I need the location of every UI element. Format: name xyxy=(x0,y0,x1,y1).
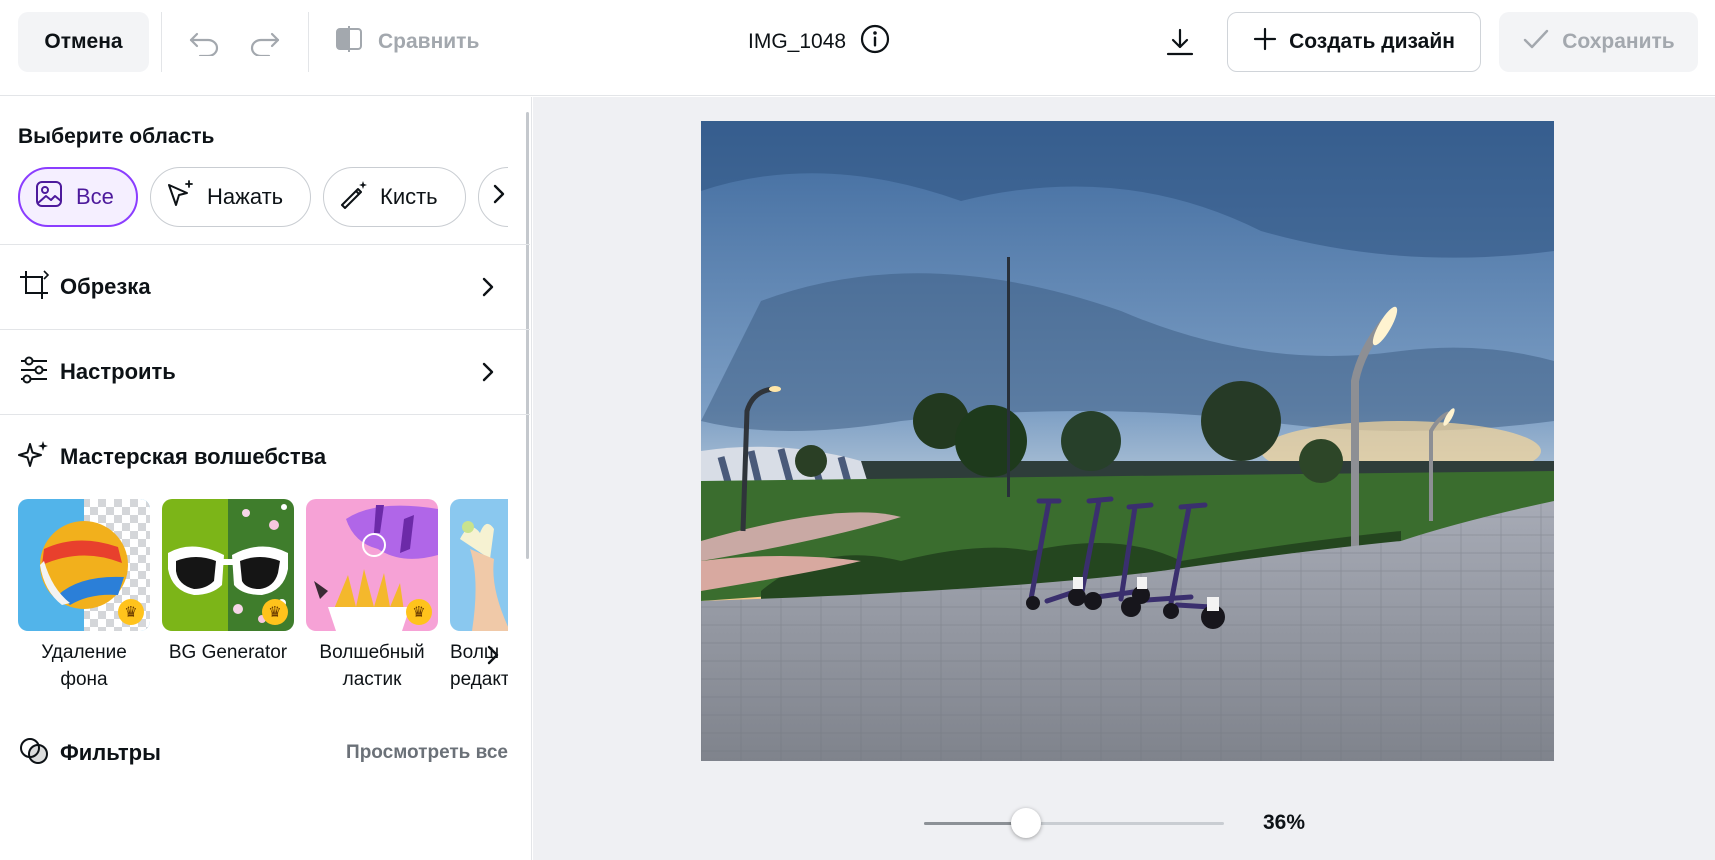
bg-remover-thumbnail: ♛ xyxy=(18,499,150,631)
filters-title: Фильтры xyxy=(60,740,161,765)
magic-brush-icon xyxy=(338,179,368,215)
chevron-right-icon xyxy=(485,643,501,672)
edit-panel: Выберите область Все Нажать Кисть Обрезк… xyxy=(0,97,532,860)
toolbar-divider xyxy=(308,12,309,72)
chip-label: Все xyxy=(76,184,114,209)
compare-icon xyxy=(334,25,364,59)
tools-next-button[interactable] xyxy=(478,637,508,677)
image-icon xyxy=(34,179,64,215)
zoom-control: 36% xyxy=(924,803,1324,843)
sparkles-icon xyxy=(18,439,50,476)
edited-photo[interactable] xyxy=(701,121,1554,761)
chips-next-button[interactable] xyxy=(478,167,508,227)
adjust-row[interactable]: Настроить xyxy=(18,350,496,394)
tool-magic-eraser[interactable]: ♛ Волшебный ластик xyxy=(306,499,438,693)
tool-label: BG Generator xyxy=(168,642,288,663)
chevron-right-icon xyxy=(491,182,507,212)
tool-bg-remover[interactable]: ♛ Удаление фона xyxy=(18,499,150,693)
canvas-area: 36% xyxy=(533,97,1715,860)
bg-generator-thumbnail: ♛ xyxy=(162,499,294,631)
filters-row: Фильтры Просмотреть все xyxy=(18,731,508,775)
save-label: Сохранить xyxy=(1562,30,1675,53)
zoom-percentage[interactable]: 36% xyxy=(1263,811,1305,835)
adjust-label: Настроить xyxy=(60,359,176,384)
magic-eraser-thumbnail: ♛ xyxy=(306,499,438,631)
crown-icon: ♛ xyxy=(262,599,288,625)
compare-label: Сравнить xyxy=(378,30,480,53)
chip-all[interactable]: Все xyxy=(18,167,138,227)
chevron-right-icon xyxy=(480,275,496,304)
filters-icon xyxy=(18,735,50,772)
click-sparkle-icon xyxy=(165,179,195,215)
chip-label: Кисть xyxy=(380,184,438,209)
file-name: IMG_1048 xyxy=(748,30,847,53)
zoom-slider-track[interactable] xyxy=(924,808,1224,838)
selection-chips: Все Нажать Кисть xyxy=(18,167,508,227)
toolbar-divider xyxy=(161,12,162,72)
save-button[interactable]: Сохранить xyxy=(1499,12,1698,72)
download-icon[interactable] xyxy=(1160,22,1200,62)
chip-label: Нажать xyxy=(207,184,284,209)
view-all-filters-link[interactable]: Просмотреть все xyxy=(346,742,508,764)
check-icon xyxy=(1522,27,1550,57)
info-icon[interactable] xyxy=(860,24,890,60)
create-design-button[interactable]: Создать дизайн xyxy=(1227,12,1481,72)
sliders-icon xyxy=(18,354,50,391)
chevron-right-icon xyxy=(480,360,496,389)
cancel-button[interactable]: Отмена xyxy=(18,12,149,72)
top-bar: Отмена Сравнить IMG_1048 Создать дизайн … xyxy=(0,0,1715,96)
divider xyxy=(0,329,530,330)
chip-brush[interactable]: Кисть xyxy=(323,167,466,227)
crop-label: Обрезка xyxy=(60,274,151,299)
magic-studio-title: Мастерская волшебства xyxy=(60,444,327,469)
magic-tools: ♛ Удаление фона ♛ BG Generator ♛ Волшебн… xyxy=(18,499,508,699)
divider xyxy=(0,414,530,415)
magic-edit-thumbnail xyxy=(450,499,508,631)
crown-icon: ♛ xyxy=(118,599,144,625)
tool-label: Удаление фона xyxy=(41,642,127,690)
compare-button[interactable]: Сравнить xyxy=(334,22,479,62)
panel-scrollbar[interactable] xyxy=(526,112,529,559)
zoom-slider-handle[interactable] xyxy=(1011,808,1041,838)
chip-click[interactable]: Нажать xyxy=(150,167,311,227)
plus-icon xyxy=(1253,27,1277,57)
crop-row[interactable]: Обрезка xyxy=(18,265,496,309)
crop-icon xyxy=(18,269,50,306)
undo-icon[interactable] xyxy=(185,22,225,62)
tool-label: Волшебный ластик xyxy=(319,642,425,690)
magic-studio-header: Мастерская волшебства xyxy=(18,435,496,479)
tool-bg-generator[interactable]: ♛ BG Generator xyxy=(162,499,294,666)
select-area-title: Выберите область xyxy=(18,125,215,148)
crown-icon: ♛ xyxy=(406,599,432,625)
redo-icon[interactable] xyxy=(244,22,284,62)
create-design-label: Создать дизайн xyxy=(1289,30,1455,53)
file-title: IMG_1048 xyxy=(748,22,890,62)
divider xyxy=(0,244,530,245)
